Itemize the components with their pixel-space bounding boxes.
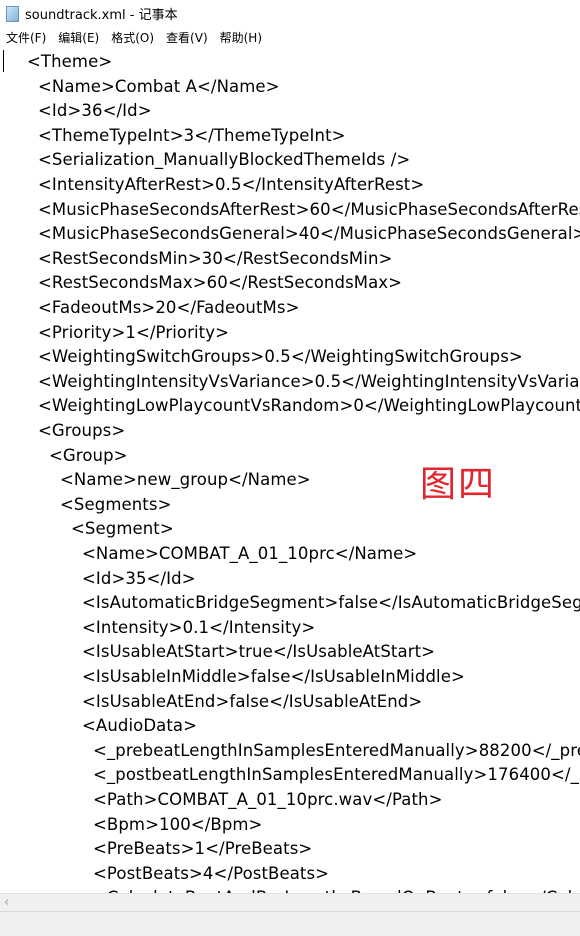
notepad-icon: [6, 5, 19, 22]
annotation-label: 图四: [420, 464, 497, 505]
text-line: <IsUsableAtStart>true</IsUsableAtStart>: [82, 642, 436, 662]
menu-view[interactable]: 查看(V): [166, 29, 208, 46]
scroll-left-arrow-icon[interactable]: ‹: [4, 895, 9, 910]
menu-file[interactable]: 文件(F): [6, 29, 46, 46]
title-bar: soundtrack.xml - 记事本: [0, 0, 580, 27]
text-line: <IsUsableAtEnd>false</IsUsableAtEnd>: [82, 691, 423, 711]
menu-format[interactable]: 格式(O): [111, 29, 154, 46]
text-line: <WeightingSwitchGroups>0.5</WeightingSwi…: [38, 347, 523, 367]
text-line: <MusicPhaseSecondsAfterRest>60</MusicPha…: [38, 199, 580, 219]
text-line: <PostBeats>4</PostBeats>: [93, 863, 330, 883]
horizontal-scrollbar[interactable]: ‹: [0, 893, 580, 912]
text-line: <Segments>: [60, 494, 172, 514]
text-line: <Name>new_group</Name>: [60, 470, 311, 490]
window-title: soundtrack.xml - 记事本: [25, 8, 178, 23]
text-line: <Name>COMBAT_A_01_10prc</Name>: [82, 544, 418, 563]
text-line: <Groups>: [38, 421, 126, 440]
text-line: <FadeoutMs>20</FadeoutMs>: [38, 298, 300, 317]
text-line: <RestSecondsMax>60</RestSecondsMax>: [38, 273, 403, 293]
text-line: <Id>35</Id>: [82, 568, 196, 588]
text-line: <PreBeats>1</PreBeats>: [93, 839, 313, 859]
text-line: <IsUsableInMiddle>false</IsUsableInMiddl…: [82, 667, 465, 686]
text-line: <Priority>1</Priority>: [38, 322, 230, 342]
text-line: <Serialization_ManuallyBlockedThemeIds /…: [38, 150, 411, 170]
text-line: <WeightingIntensityVsVariance>0.5</Weigh…: [38, 371, 580, 391]
text-line: <Group>: [49, 445, 128, 465]
text-caret: [3, 50, 4, 72]
status-bar: [0, 911, 580, 936]
text-line: <WeightingLowPlaycountVsRandom>0</Weight…: [38, 396, 580, 416]
text-line: <Segment>: [71, 519, 174, 539]
menu-help[interactable]: 帮助(H): [220, 29, 262, 46]
text-line: <Bpm>100</Bpm>: [93, 814, 263, 834]
text-line: <AudioData>: [82, 716, 198, 736]
text-line: <Theme>: [27, 52, 113, 71]
text-line: <CalculateBeatAndBarLengthsBasedOnBeats>…: [93, 886, 580, 893]
text-line: <MusicPhaseSecondsGeneral>40</MusicPhase…: [38, 224, 580, 244]
text-line: <IsAutomaticBridgeSegment>false</IsAutom…: [82, 593, 580, 613]
text-line: <ThemeTypeInt>3</ThemeTypeInt>: [38, 125, 346, 145]
text-line: <Path>COMBAT_A_01_10prc.wav</Path>: [93, 790, 443, 809]
text-line: <_prebeatLengthInSamplesEnteredManually>…: [93, 740, 580, 760]
text-line: <Name>Combat A</Name>: [38, 76, 280, 96]
text-line: <Intensity>0.1</Intensity>: [82, 617, 316, 637]
text-line: <IntensityAfterRest>0.5</IntensityAfterR…: [38, 175, 425, 194]
menu-bar: 文件(F) 编辑(E) 格式(O) 查看(V) 帮助(H): [0, 27, 580, 47]
text-line: <Id>36</Id>: [38, 101, 152, 121]
text-line: <RestSecondsMin>30</RestSecondsMin>: [38, 248, 393, 268]
menu-edit[interactable]: 编辑(E): [58, 29, 99, 46]
text-line: <_postbeatLengthInSamplesEnteredManually…: [93, 765, 580, 785]
